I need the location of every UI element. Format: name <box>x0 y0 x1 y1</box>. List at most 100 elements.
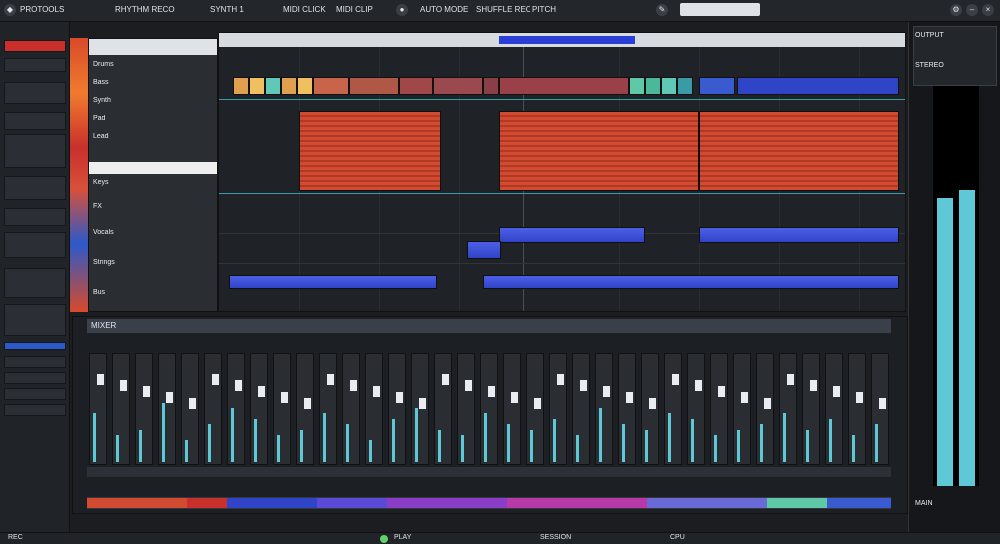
fader-cap[interactable] <box>580 380 587 391</box>
track-name[interactable]: Drums <box>93 61 213 69</box>
marker-clip[interactable] <box>645 77 661 95</box>
fader-cap[interactable] <box>603 386 610 397</box>
mixer-channel[interactable] <box>572 353 590 465</box>
mixer-channel[interactable] <box>710 353 728 465</box>
mixer-channel[interactable] <box>89 353 107 465</box>
channel-color-segment[interactable] <box>227 498 317 508</box>
inspector-item[interactable] <box>4 388 66 400</box>
track-name[interactable]: Pad <box>93 115 213 123</box>
menu-item-5[interactable]: AUTO MODE <box>420 4 470 16</box>
mixer-channel[interactable] <box>595 353 613 465</box>
mixer-channel[interactable] <box>756 353 774 465</box>
fader-cap[interactable] <box>741 392 748 403</box>
fader-cap[interactable] <box>557 374 564 385</box>
mixer-channel[interactable] <box>411 353 429 465</box>
inspector-item[interactable] <box>4 304 66 336</box>
mixer-channel[interactable] <box>526 353 544 465</box>
mixer-channel[interactable] <box>342 353 360 465</box>
fader-cap[interactable] <box>856 392 863 403</box>
mixer-channel[interactable] <box>779 353 797 465</box>
fader-cap[interactable] <box>879 398 886 409</box>
track-name[interactable]: Lead <box>93 133 213 141</box>
fader-cap[interactable] <box>419 398 426 409</box>
mixer-channel[interactable] <box>871 353 889 465</box>
fader-cap[interactable] <box>212 374 219 385</box>
track-name[interactable]: Bus <box>93 289 213 297</box>
track-name[interactable]: Synth <box>93 97 213 105</box>
fader-cap[interactable] <box>281 392 288 403</box>
mixer-channel[interactable] <box>319 353 337 465</box>
channel-color-segment[interactable] <box>87 498 187 508</box>
track-name[interactable]: FX <box>93 203 213 211</box>
marker-clip[interactable] <box>313 77 349 95</box>
midi-clip[interactable] <box>467 241 501 259</box>
mixer-channel[interactable] <box>503 353 521 465</box>
fader-cap[interactable] <box>764 398 771 409</box>
inspector-item[interactable] <box>4 134 66 168</box>
settings-icon[interactable]: ⚙ <box>950 4 962 16</box>
channel-color-segment[interactable] <box>647 498 767 508</box>
menu-item-2[interactable]: SYNTH 1 <box>210 4 270 16</box>
marker-clip[interactable] <box>499 77 629 95</box>
marker-clip[interactable] <box>349 77 399 95</box>
inspector-item[interactable] <box>4 82 66 104</box>
mixer-channel[interactable] <box>549 353 567 465</box>
mixer-channel[interactable] <box>664 353 682 465</box>
fader-cap[interactable] <box>327 374 334 385</box>
search-field[interactable] <box>680 3 760 16</box>
fader-cap[interactable] <box>465 380 472 391</box>
fader-cap[interactable] <box>304 398 311 409</box>
track-name[interactable]: Strings <box>93 259 213 267</box>
mixer-channel[interactable] <box>135 353 153 465</box>
menu-item-3[interactable]: MIDI CLICK <box>283 4 333 16</box>
inspector-item[interactable] <box>4 372 66 384</box>
marker-clip[interactable] <box>699 77 735 95</box>
mixer-channel[interactable] <box>112 353 130 465</box>
menu-item-1[interactable]: RHYTHM RECORD <box>115 4 175 16</box>
menu-item-4[interactable]: MIDI CLIP <box>336 4 386 16</box>
inspector-item[interactable] <box>4 112 66 130</box>
track-name[interactable]: Vocals <box>93 229 213 237</box>
channel-color-segment[interactable] <box>387 498 507 508</box>
midi-clip[interactable] <box>499 227 645 243</box>
mixer-channel[interactable] <box>181 353 199 465</box>
mixer-channel[interactable] <box>457 353 475 465</box>
fader-cap[interactable] <box>695 380 702 391</box>
track-name[interactable]: Keys <box>93 179 213 187</box>
loop-region[interactable] <box>499 36 635 44</box>
inspector-item[interactable] <box>4 208 66 226</box>
fader-cap[interactable] <box>672 374 679 385</box>
marker-clip[interactable] <box>737 77 899 95</box>
fader-cap[interactable] <box>97 374 104 385</box>
marker-clip[interactable] <box>297 77 313 95</box>
fader-cap[interactable] <box>143 386 150 397</box>
marker-clip[interactable] <box>629 77 645 95</box>
play-status-icon[interactable] <box>380 535 388 543</box>
channel-color-segment[interactable] <box>187 498 227 508</box>
marker-clip[interactable] <box>399 77 433 95</box>
record-button[interactable]: ● <box>396 4 408 16</box>
mixer-channel[interactable] <box>204 353 222 465</box>
channel-color-segment[interactable] <box>317 498 387 508</box>
inspector-item[interactable] <box>4 232 66 258</box>
midi-clip[interactable] <box>483 275 899 289</box>
mixer-channel[interactable] <box>848 353 866 465</box>
close-icon[interactable]: × <box>982 4 994 16</box>
fader-cap[interactable] <box>120 380 127 391</box>
mixer-channel[interactable] <box>434 353 452 465</box>
inspector-item[interactable] <box>4 268 66 298</box>
audio-clip[interactable] <box>699 111 899 191</box>
fader-cap[interactable] <box>810 380 817 391</box>
audio-clip[interactable] <box>299 111 441 191</box>
midi-clip[interactable] <box>699 227 899 243</box>
fader-cap[interactable] <box>511 392 518 403</box>
arrangement-view[interactable] <box>218 32 906 312</box>
inspector-item[interactable] <box>4 356 66 368</box>
mixer-channel[interactable] <box>687 353 705 465</box>
minimize-icon[interactable]: – <box>966 4 978 16</box>
marker-clip[interactable] <box>233 77 249 95</box>
mixer-channel[interactable] <box>388 353 406 465</box>
fader-cap[interactable] <box>833 386 840 397</box>
channel-color-segment[interactable] <box>507 498 647 508</box>
fader-cap[interactable] <box>189 398 196 409</box>
